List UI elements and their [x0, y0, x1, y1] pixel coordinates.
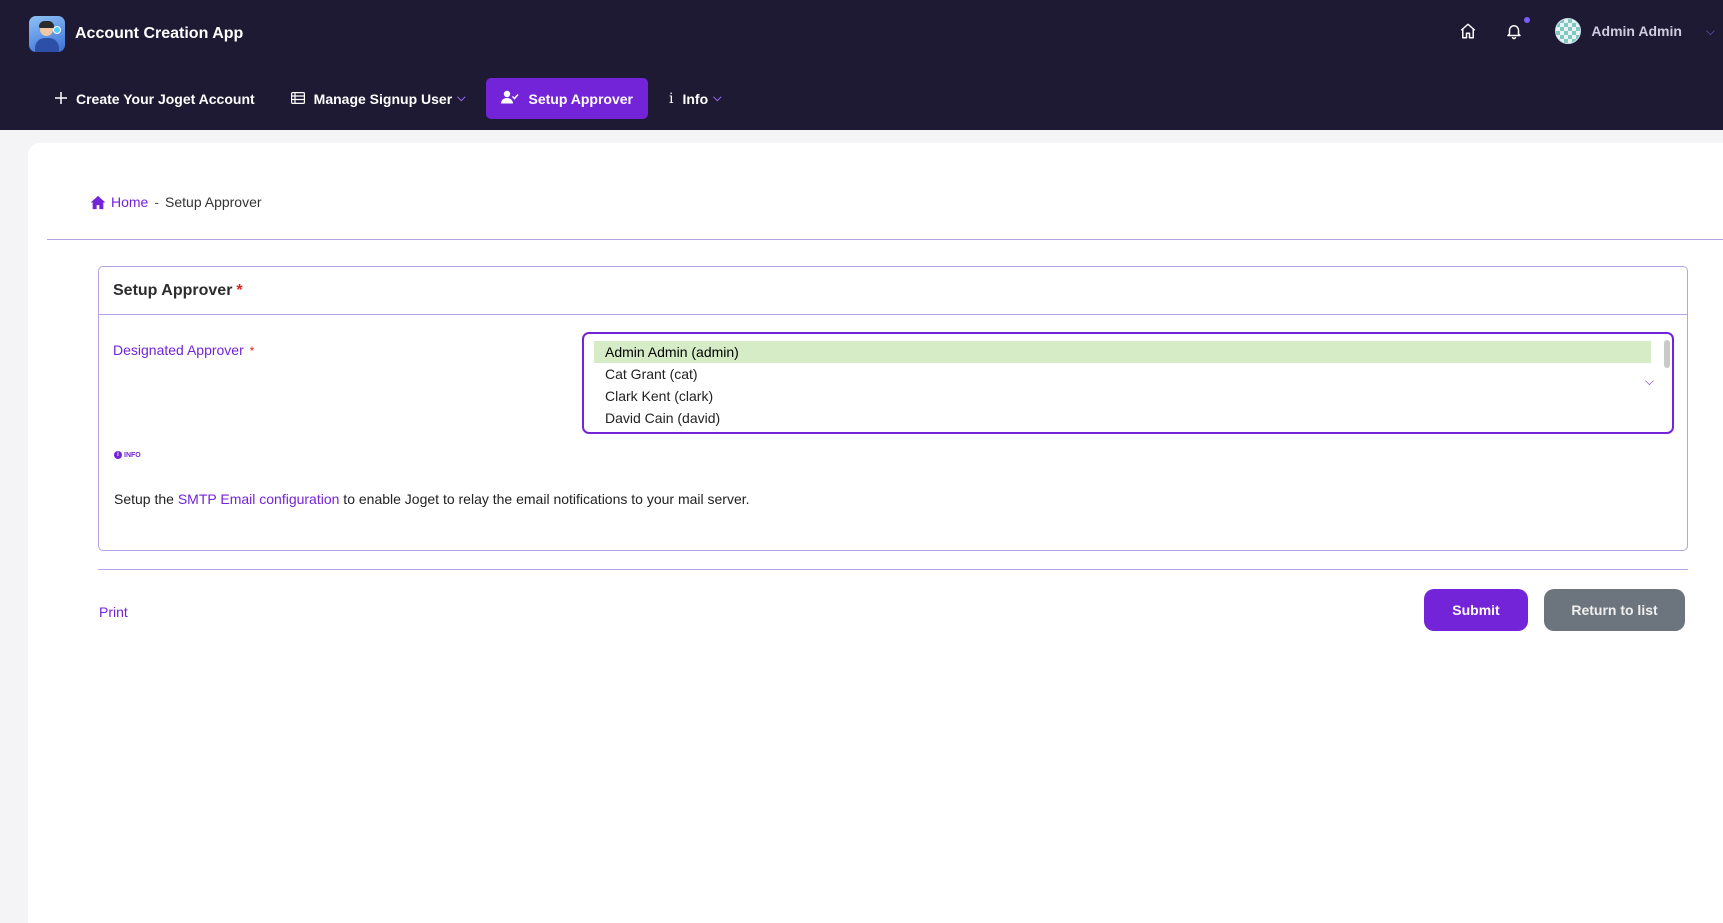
nav-label: Create Your Joget Account — [76, 90, 255, 107]
table-icon — [290, 91, 305, 107]
required-marker: * — [249, 344, 255, 358]
breadcrumb: Home - Setup Approver — [90, 194, 262, 210]
nav-label: Info — [682, 90, 709, 107]
breadcrumb-separator: - — [154, 194, 160, 210]
nav-manage-signup-user[interactable]: Manage Signup User ⌵ — [276, 78, 481, 119]
user-name: Admin Admin — [1591, 23, 1682, 39]
home-icon — [90, 195, 106, 209]
section-title-text: Setup Approver — [113, 281, 233, 299]
content-card: Home - Setup Approver Setup Approver * D… — [28, 143, 1723, 923]
breadcrumb-current: Setup Approver — [165, 194, 262, 210]
chevron-down-icon: ⌵ — [1644, 374, 1654, 388]
nav-label: Manage Signup User — [313, 90, 453, 107]
smtp-config-link[interactable]: SMTP Email configuration — [178, 491, 340, 507]
app-logo — [29, 16, 65, 52]
help-suffix: to enable Joget to relay the email notif… — [339, 491, 750, 507]
top-header: Account Creation App Admin Admin ⌵ Creat… — [0, 0, 1723, 130]
divider — [47, 239, 1723, 240]
info-badge-label: INFO — [124, 451, 141, 459]
select-option[interactable]: Clark Kent (clark) — [594, 385, 1651, 407]
nav-label: Setup Approver — [528, 90, 633, 107]
print-link[interactable]: Print — [99, 604, 128, 620]
home-icon[interactable] — [1457, 20, 1479, 42]
avatar — [1555, 18, 1582, 44]
chevron-down-icon: ⌵ — [713, 92, 722, 104]
select-option[interactable]: David Cain (david) — [594, 407, 1651, 429]
select-option-partial[interactable] — [594, 429, 1651, 432]
info-icon: i — [668, 90, 674, 107]
chevron-down-icon: ⌵ — [457, 92, 466, 104]
designated-approver-select[interactable]: Admin Admin (admin) Cat Grant (cat) Clar… — [582, 332, 1674, 434]
nav-setup-approver[interactable]: Setup Approver — [486, 78, 648, 119]
submit-button[interactable]: Submit — [1424, 589, 1528, 631]
help-prefix: Setup the — [114, 491, 178, 507]
nav-info[interactable]: i Info ⌵ — [654, 78, 736, 119]
chevron-down-icon: ⌵ — [1705, 23, 1715, 38]
breadcrumb-home-label: Home — [111, 194, 149, 210]
return-to-list-button[interactable]: Return to list — [1544, 589, 1685, 631]
section-title: Setup Approver * — [99, 267, 1687, 315]
app-title: Account Creation App — [75, 25, 244, 42]
bell-icon[interactable] — [1503, 17, 1531, 42]
required-marker: * — [236, 281, 243, 299]
user-check-icon — [501, 90, 520, 107]
nav-create-account[interactable]: Create Your Joget Account — [40, 78, 270, 119]
header-actions: Admin Admin ⌵ — [1457, 17, 1723, 44]
breadcrumb-home[interactable]: Home — [90, 194, 148, 210]
select-option[interactable]: Cat Grant (cat) — [594, 363, 1651, 385]
info-icon: i — [114, 451, 122, 459]
info-badge: i INFO — [114, 451, 141, 459]
main-nav: Create Your Joget Account Manage Signup … — [40, 78, 736, 119]
select-option[interactable]: Admin Admin (admin) — [594, 341, 1651, 363]
notification-dot — [1524, 17, 1531, 23]
user-menu[interactable]: Admin Admin ⌵ — [1555, 18, 1715, 44]
field-label-text: Designated Approver — [113, 342, 244, 358]
plus-icon — [55, 91, 67, 107]
setup-approver-section: Setup Approver * Designated Approver * A… — [98, 266, 1688, 551]
select-scrollbar[interactable] — [1664, 340, 1670, 368]
designated-approver-label: Designated Approver * — [113, 342, 254, 358]
help-text: Setup the SMTP Email configuration to en… — [114, 491, 750, 507]
app-brand[interactable]: Account Creation App — [29, 16, 243, 52]
divider — [98, 569, 1688, 570]
